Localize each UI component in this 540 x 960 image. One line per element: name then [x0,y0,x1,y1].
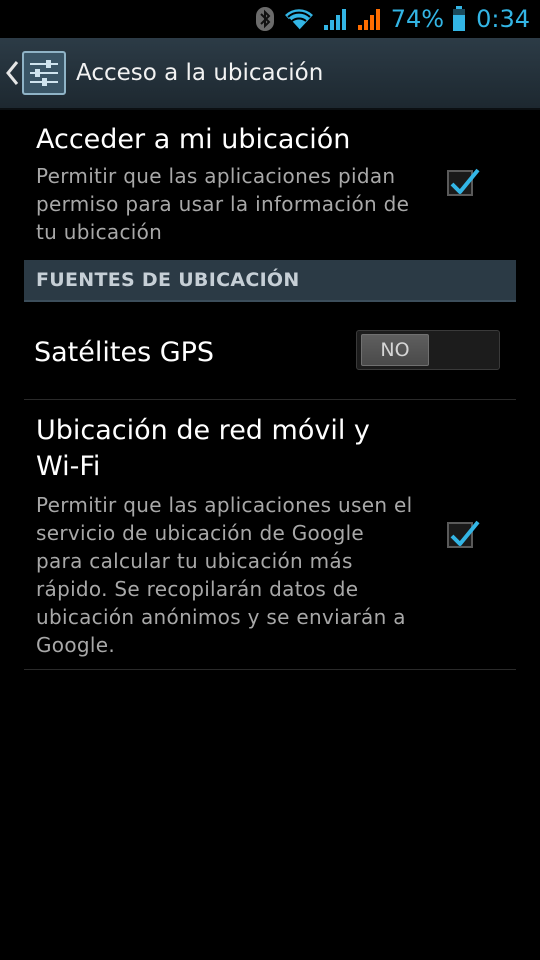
network-location-checkbox[interactable] [447,520,480,548]
category-label: FUENTES DE UBICACIÓN [36,269,300,291]
gps-switch-thumb[interactable]: NO [361,334,429,366]
divider [24,669,516,670]
wifi-icon [283,7,315,31]
clock: 0:34 [476,5,530,33]
network-location-title: Ubicación de red móvil y Wi-Fi [36,415,370,482]
battery-icon [452,6,466,32]
checkmark-icon [450,168,480,194]
signal-roaming-icon [357,7,383,31]
gps-switch[interactable]: NO [356,330,500,370]
gps-switch-label: NO [380,339,410,361]
bluetooth-icon [255,6,275,32]
page-title: Acceso a la ubicación [76,60,324,86]
divider [24,399,516,400]
checkmark-icon [450,520,480,546]
status-bar: 74% 0:34 [0,0,540,38]
access-location-title: Acceder a mi ubicación [36,124,351,155]
access-location-checkbox[interactable] [447,168,480,196]
access-location-summary: Permitir que las aplicaciones pidan perm… [36,164,410,244]
back-chevron-icon[interactable] [2,53,22,93]
location-sources-category: FUENTES DE UBICACIÓN [24,260,516,302]
network-location-summary: Permitir que las aplicaciones usen el se… [36,493,413,657]
signal-icon [323,7,349,31]
access-location-pref[interactable]: Acceder a mi ubicación Permitir que las … [24,122,516,246]
battery-percent: 74% [390,5,445,33]
network-location-pref[interactable]: Ubicación de red móvil y Wi-Fi Permitir … [24,413,516,659]
settings-sliders-icon[interactable] [22,51,66,95]
action-bar: Acceso a la ubicación [0,38,540,110]
